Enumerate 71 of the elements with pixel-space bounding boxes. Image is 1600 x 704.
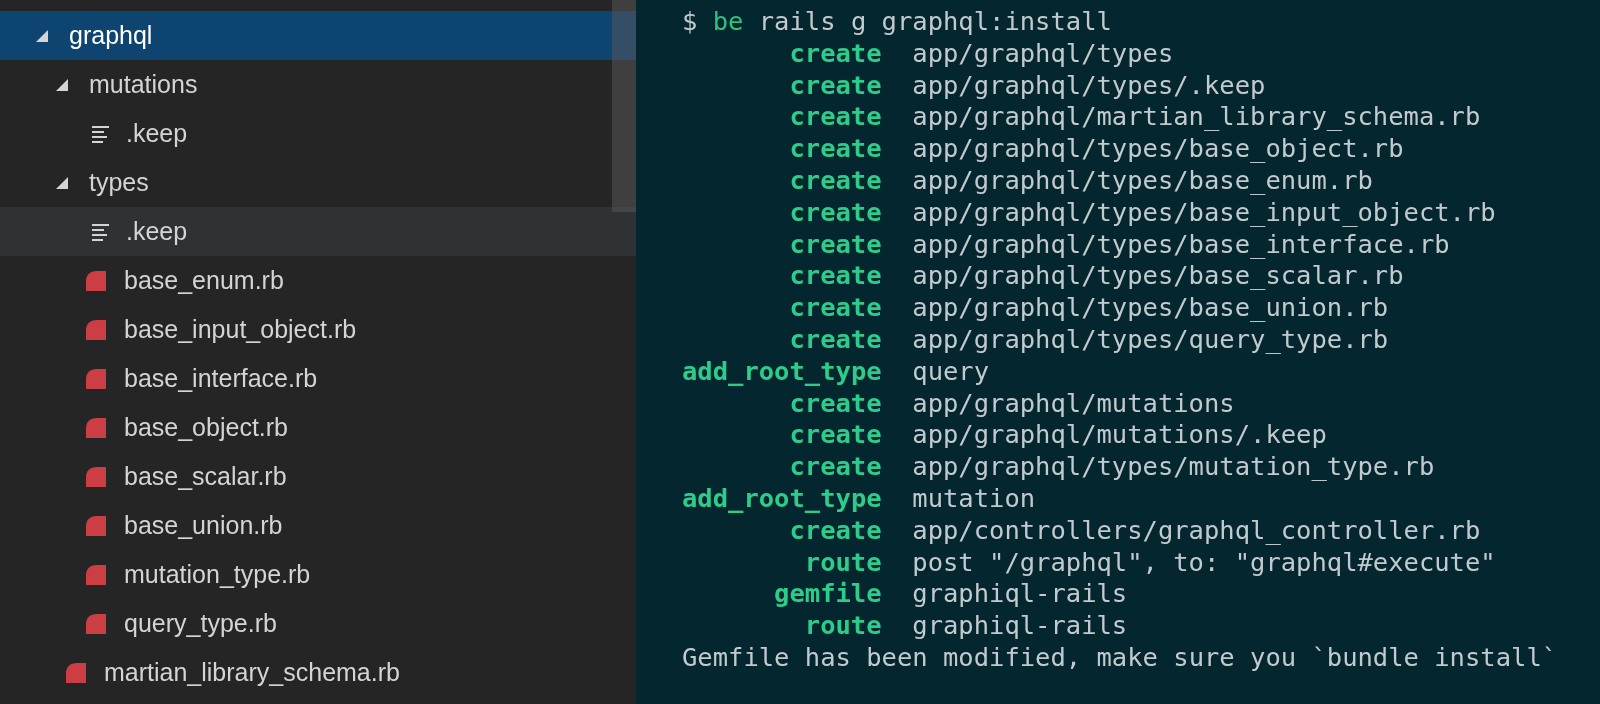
file-item[interactable]: base_object.rb <box>0 403 636 452</box>
file-item[interactable]: base_interface.rb <box>0 354 636 403</box>
file-item[interactable]: base_input_object.rb <box>0 305 636 354</box>
generator-path: app/graphql/types/base_scalar.rb <box>912 260 1404 293</box>
file-item[interactable]: mutation_type.rb <box>0 550 636 599</box>
prompt-symbol: $ <box>682 6 698 38</box>
generator-path: post "/graphql", to: "graphql#execute" <box>912 546 1496 579</box>
text-file-icon <box>92 222 110 241</box>
generator-path: app/graphql/types/.keep <box>912 69 1266 102</box>
ruby-file-icon <box>84 366 108 391</box>
file-item[interactable]: base_enum.rb <box>0 256 636 305</box>
generator-action: route <box>803 610 882 642</box>
scrollbar-thumb[interactable] <box>612 0 636 212</box>
expand-arrow-icon[interactable] <box>56 78 68 91</box>
ruby-file-icon <box>84 611 108 636</box>
generator-path: graphiql-rails <box>912 610 1128 642</box>
ruby-file-icon <box>84 464 108 489</box>
generator-action: create <box>788 69 882 102</box>
output-line: Gemfile has been modified, make sure you `bundle install` <box>682 641 1558 674</box>
command-name: be <box>712 6 744 38</box>
generator-action: create <box>788 228 882 261</box>
file-item[interactable]: .keep <box>0 109 636 158</box>
generator-action: add_root_type <box>682 355 882 388</box>
generator-action: create <box>788 451 882 483</box>
generator-action: create <box>788 133 882 165</box>
text-file-icon <box>92 124 110 143</box>
generator-action: create <box>788 165 882 197</box>
generator-path: query <box>912 355 990 388</box>
generator-action: create <box>788 387 882 420</box>
generator-action: create <box>788 196 882 229</box>
file-item[interactable]: .keep <box>0 207 636 256</box>
generator-path: app/graphql/types/mutation_type.rb <box>912 451 1435 483</box>
generator-action: create <box>788 37 882 70</box>
generator-path: app/graphql/mutations/.keep <box>912 419 1327 452</box>
generator-path: graphiql-rails <box>912 578 1128 611</box>
generator-path: app/graphql/types/base_object.rb <box>912 133 1404 165</box>
file-item[interactable]: base_scalar.rb <box>0 452 636 501</box>
file-item[interactable]: base_union.rb <box>0 501 636 550</box>
generator-path: app/graphql/types/base_input_object.rb <box>912 196 1496 229</box>
generator-path: app/graphql/types <box>912 37 1174 70</box>
folder-item[interactable]: graphql <box>0 11 636 60</box>
expand-arrow-icon[interactable] <box>36 29 48 42</box>
file-item[interactable]: martian_library_schema.rb <box>0 648 636 697</box>
generator-action: create <box>788 292 882 324</box>
generator-path: app/graphql/types/base_interface.rb <box>912 228 1450 261</box>
expand-arrow-icon[interactable] <box>56 176 68 189</box>
folder-item[interactable]: types <box>0 158 636 207</box>
ruby-file-icon <box>84 415 108 440</box>
generator-path: mutation <box>912 482 1036 515</box>
generator-action: add_root_type <box>682 482 882 515</box>
generator-action: create <box>788 260 882 293</box>
generator-action: create <box>788 514 882 547</box>
ruby-file-icon <box>64 660 88 685</box>
generator-path: app/graphql/types/query_type.rb <box>912 323 1389 356</box>
generator-path: app/graphql/types/base_enum.rb <box>912 165 1373 197</box>
generator-action: create <box>788 323 882 356</box>
generator-action: gemfile <box>773 578 882 611</box>
generator-path: app/controllers/graphql_controller.rb <box>912 514 1481 547</box>
ruby-file-icon <box>84 513 108 538</box>
command-arguments: rails g graphql:install <box>758 6 1112 38</box>
generator-action: create <box>788 419 882 452</box>
ruby-file-icon <box>84 268 108 293</box>
file-item[interactable]: query_type.rb <box>0 599 636 648</box>
ruby-file-icon <box>84 317 108 342</box>
generator-path: app/graphql/martian_library_schema.rb <box>912 101 1481 134</box>
generator-path: app/graphql/types/base_union.rb <box>912 292 1389 324</box>
generator-path: app/graphql/mutations <box>912 387 1235 420</box>
generator-action: create <box>788 101 882 134</box>
folder-item[interactable]: mutations <box>0 60 636 109</box>
ruby-file-icon <box>84 562 108 587</box>
generator-action: route <box>803 546 882 579</box>
